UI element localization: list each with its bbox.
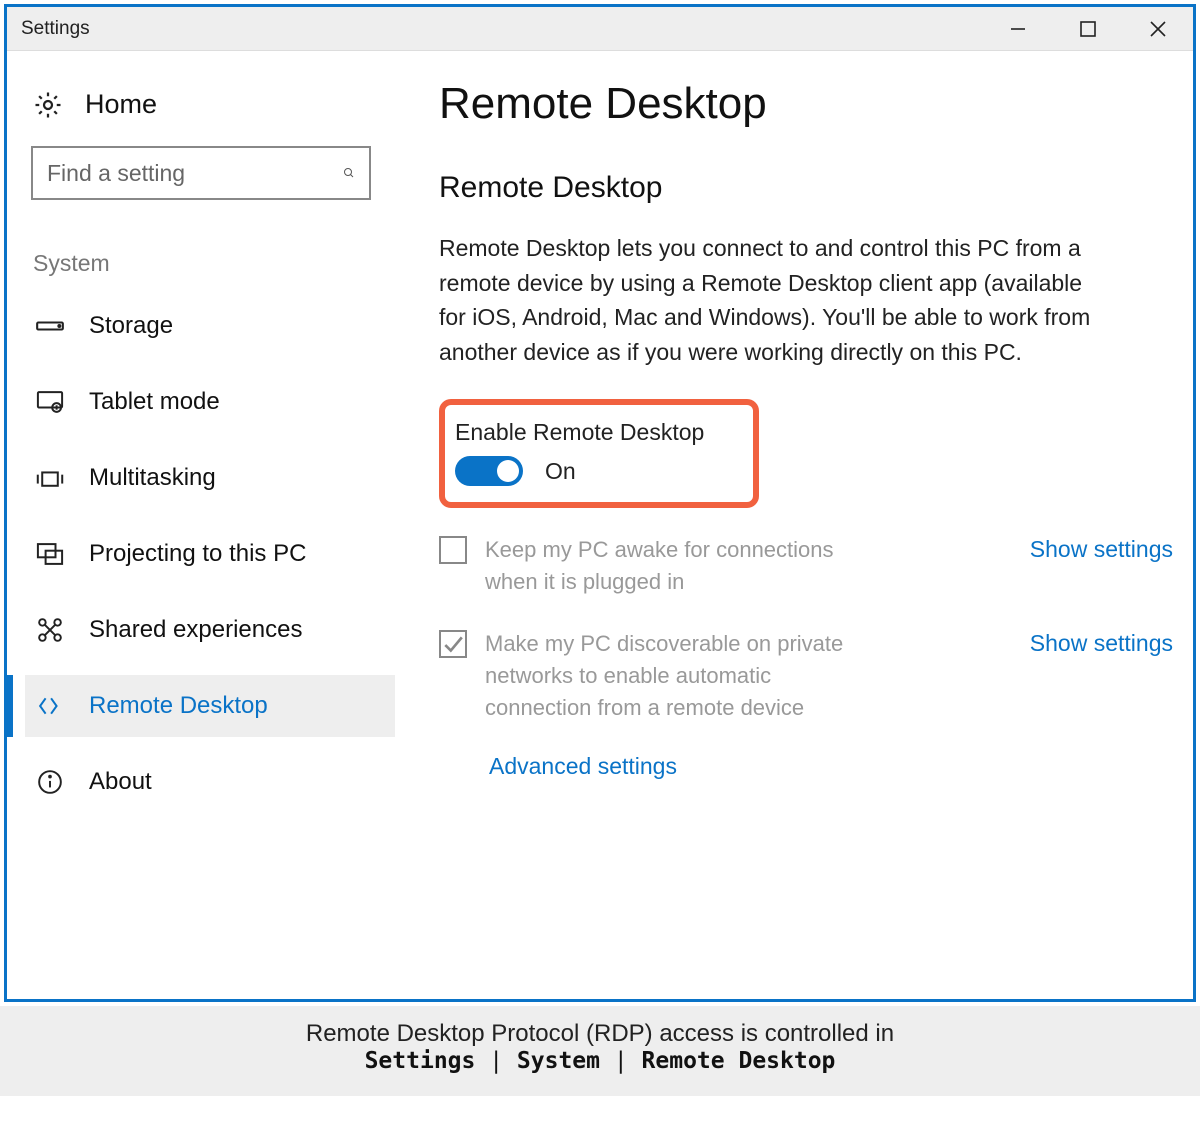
- crumb-settings: Settings: [365, 1048, 476, 1074]
- maximize-button[interactable]: [1053, 7, 1123, 50]
- sidebar-item-label: Projecting to this PC: [89, 540, 306, 568]
- sidebar-item-label: Shared experiences: [89, 616, 302, 644]
- close-button[interactable]: [1123, 7, 1193, 50]
- maximize-icon: [1079, 20, 1097, 38]
- page-title: Remote Desktop: [439, 79, 1173, 129]
- toggle-label: Enable Remote Desktop: [455, 419, 743, 446]
- home-link[interactable]: Home: [25, 89, 395, 146]
- option-discoverable: Make my PC discoverable on private netwo…: [439, 628, 1173, 724]
- gear-icon: [33, 93, 63, 117]
- search-input[interactable]: [47, 160, 343, 187]
- sidebar-item-label: Tablet mode: [89, 388, 220, 416]
- crumb-remote-desktop: Remote Desktop: [642, 1048, 836, 1074]
- option-text: Keep my PC awake for connections when it…: [485, 534, 855, 598]
- storage-icon: [35, 314, 65, 338]
- window-controls: [983, 7, 1193, 50]
- crumb-sep: |: [600, 1048, 642, 1074]
- home-label: Home: [85, 89, 157, 120]
- remote-desktop-icon: [35, 694, 65, 718]
- multitasking-icon: [35, 466, 65, 490]
- search-input-container[interactable]: [31, 146, 371, 200]
- description-text: Remote Desktop lets you connect to and c…: [439, 231, 1099, 369]
- sidebar-item-storage[interactable]: Storage: [25, 295, 395, 357]
- sidebar-section-label: System: [25, 250, 395, 295]
- crumb-system: System: [517, 1048, 600, 1074]
- show-settings-link-1[interactable]: Show settings: [1030, 534, 1173, 563]
- sidebar-item-shared-experiences[interactable]: Shared experiences: [25, 599, 395, 661]
- caption-breadcrumb: Settings | System | Remote Desktop: [0, 1048, 1200, 1074]
- projecting-icon: [35, 542, 65, 566]
- sidebar-item-label: Multitasking: [89, 464, 216, 492]
- tablet-icon: [35, 390, 65, 414]
- checkmark-icon: [442, 633, 464, 655]
- sidebar-item-remote-desktop[interactable]: Remote Desktop: [25, 675, 395, 737]
- section-heading: Remote Desktop: [439, 171, 1173, 205]
- option-keep-awake: Keep my PC awake for connections when it…: [439, 534, 1173, 598]
- sidebar: Home System Storage Tablet mode Multitas…: [7, 51, 395, 999]
- advanced-settings-link[interactable]: Advanced settings: [439, 753, 1173, 780]
- crumb-sep: |: [475, 1048, 517, 1074]
- keep-awake-checkbox[interactable]: [439, 536, 467, 564]
- option-text: Make my PC discoverable on private netwo…: [485, 628, 855, 724]
- sidebar-item-label: Remote Desktop: [89, 692, 268, 720]
- search-icon: [343, 161, 355, 185]
- enable-remote-desktop-highlight: Enable Remote Desktop On: [439, 399, 759, 508]
- minimize-button[interactable]: [983, 7, 1053, 50]
- enable-remote-desktop-toggle[interactable]: [455, 456, 523, 486]
- shared-experiences-icon: [35, 618, 65, 642]
- main-content: Remote Desktop Remote Desktop Remote Des…: [395, 51, 1193, 999]
- info-icon: [35, 770, 65, 794]
- titlebar: Settings: [7, 7, 1193, 51]
- sidebar-item-about[interactable]: About: [25, 751, 395, 813]
- sidebar-item-projecting[interactable]: Projecting to this PC: [25, 523, 395, 585]
- sidebar-item-label: Storage: [89, 312, 173, 340]
- window-title: Settings: [21, 18, 90, 40]
- show-settings-link-2[interactable]: Show settings: [1030, 628, 1173, 657]
- toggle-state-text: On: [545, 458, 576, 485]
- close-icon: [1148, 19, 1168, 39]
- discoverable-checkbox[interactable]: [439, 630, 467, 658]
- toggle-knob: [497, 460, 519, 482]
- minimize-icon: [1008, 19, 1028, 39]
- caption-line-1: Remote Desktop Protocol (RDP) access is …: [0, 1020, 1200, 1048]
- caption-bar: Remote Desktop Protocol (RDP) access is …: [0, 1006, 1200, 1096]
- sidebar-item-tablet-mode[interactable]: Tablet mode: [25, 371, 395, 433]
- sidebar-item-label: About: [89, 768, 152, 796]
- sidebar-item-multitasking[interactable]: Multitasking: [25, 447, 395, 509]
